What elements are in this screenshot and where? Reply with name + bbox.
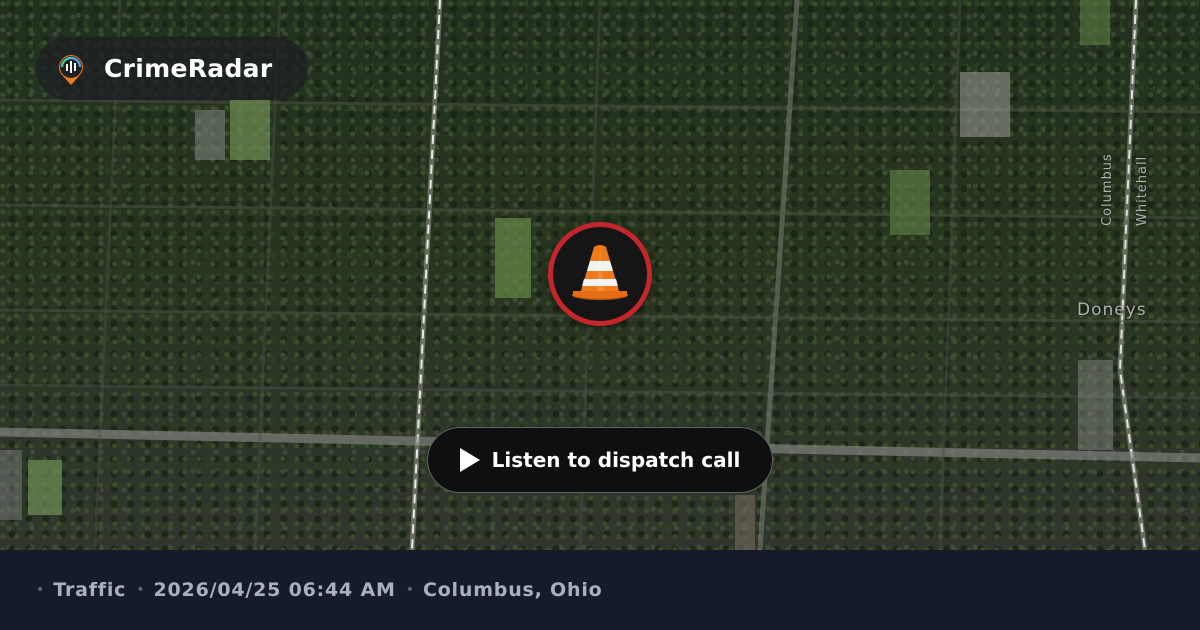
brand-name: CrimeRadar [104, 54, 273, 83]
map-label-doneys: Doneys [1077, 300, 1147, 320]
separator-dot: • [36, 582, 45, 598]
traffic-cone-icon [569, 241, 631, 307]
incident-marker-inner [553, 227, 647, 321]
radar-pin-icon [54, 52, 88, 86]
incident-meta-bar: • Traffic • 2026/04/25 06:44 AM • Columb… [0, 550, 1200, 630]
incident-location: Columbus, Ohio [422, 579, 603, 601]
listen-dispatch-button[interactable]: Listen to dispatch call [427, 427, 773, 493]
incident-category: Traffic [53, 579, 127, 601]
brand-badge[interactable]: CrimeRadar [36, 37, 308, 100]
map-label-whitehall: Whitehall [1135, 155, 1150, 226]
listen-dispatch-label: Listen to dispatch call [491, 448, 741, 472]
incident-datetime: 2026/04/25 06:44 AM [153, 579, 396, 601]
play-icon [459, 448, 480, 472]
incident-marker[interactable] [548, 222, 652, 326]
separator-dot: • [405, 582, 414, 598]
map-label-columbus: Columbus [1100, 153, 1115, 226]
separator-dot: • [136, 582, 145, 598]
